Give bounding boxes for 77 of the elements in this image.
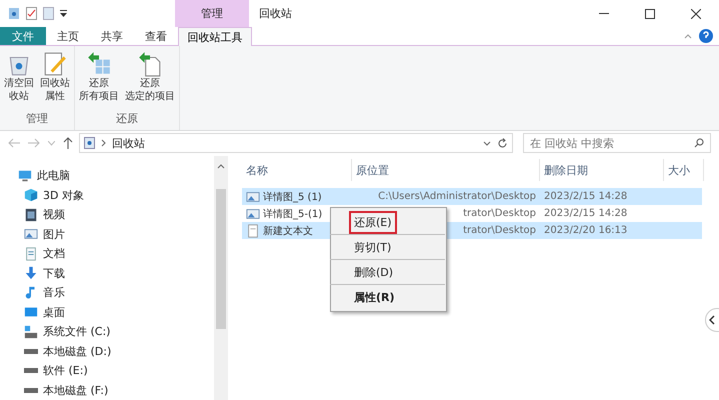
address-bar[interactable]: 回收站 xyxy=(79,133,513,154)
nav-item[interactable]: 桌面 xyxy=(43,304,65,320)
nav-item[interactable]: 文档 xyxy=(43,246,65,262)
window-title: 回收站 xyxy=(259,6,292,21)
context-tab-header: 管理 xyxy=(175,0,249,27)
down-arrow-icon xyxy=(24,266,38,280)
document-icon xyxy=(24,246,38,261)
group-label: 管理 xyxy=(26,112,48,125)
column-header[interactable]: 原位置 xyxy=(352,159,540,181)
original-location: C:\Users\Administrator\Desktop xyxy=(378,191,536,202)
pencil-document-icon xyxy=(42,51,68,77)
nav-item[interactable]: 本地磁盘 (D:) xyxy=(43,344,112,359)
ribbon-button[interactable]: 还原 选定的项目 xyxy=(123,49,177,111)
text-file-icon xyxy=(246,224,260,238)
up-button[interactable] xyxy=(61,137,75,150)
file-name: 详情图_5-(1) xyxy=(263,208,322,220)
search-icon xyxy=(694,138,704,148)
group-label: 还原 xyxy=(116,112,138,125)
column-header[interactable]: 删除日期 xyxy=(540,159,664,181)
image-icon xyxy=(246,206,260,220)
nav-item[interactable]: 软件 (E:) xyxy=(43,363,88,378)
ribbon-tab[interactable]: 共享 xyxy=(90,27,134,45)
image-icon xyxy=(24,227,38,242)
deleted-date: 2023/2/20 16:13 xyxy=(544,225,628,236)
search-field[interactable]: 在 回收站 中搜索 xyxy=(523,133,711,154)
menu-item[interactable]: 剪切(T) xyxy=(351,238,394,256)
ribbon-tab[interactable]: 文件 xyxy=(0,27,46,45)
ribbon-button[interactable]: 回收站 属性 xyxy=(38,49,72,111)
ribbon-tab[interactable]: 查看 xyxy=(134,27,178,45)
dropdown-icon[interactable] xyxy=(483,140,491,146)
menu-item[interactable]: 删除(D) xyxy=(351,262,396,282)
help-icon[interactable] xyxy=(699,29,713,43)
column-header[interactable]: 名称 xyxy=(242,159,352,181)
menu-item[interactable]: 属性(R) xyxy=(351,288,398,306)
file-row[interactable]: 详情图_5 (1) C:\Users\Administrator\Desktop 2023/2/15 14:28 xyxy=(242,188,702,205)
minimize-icon xyxy=(599,12,609,14)
ribbon-button[interactable]: 清空回 收站 xyxy=(2,49,36,111)
ribbon-tab[interactable]: 回收站工具 xyxy=(178,27,252,46)
chevron-left-icon xyxy=(709,315,715,325)
original-location: trator\Desktop xyxy=(463,225,536,236)
cube-icon xyxy=(24,188,38,202)
ribbon-tab[interactable]: 主页 xyxy=(46,27,90,45)
drive-icon xyxy=(24,324,38,339)
image-icon xyxy=(246,190,260,204)
file-name: 详情图_5 (1) xyxy=(263,190,322,204)
restore-arrow-icon xyxy=(86,51,112,77)
close-icon xyxy=(691,8,701,18)
deleted-date: 2023/2/15 14:28 xyxy=(544,208,628,219)
drive-icon xyxy=(24,368,38,374)
refresh-icon[interactable] xyxy=(497,138,508,149)
nav-item[interactable]: 下载 xyxy=(43,266,65,281)
film-icon xyxy=(24,208,38,222)
nav-item[interactable]: 3D 对象 xyxy=(43,188,84,203)
computer-icon xyxy=(18,168,32,183)
scrollbar[interactable] xyxy=(214,156,228,400)
dropdown-icon[interactable] xyxy=(60,10,67,17)
column-header[interactable]: 大小 xyxy=(664,159,704,181)
restore-arrow-icon xyxy=(137,51,163,77)
nav-item[interactable]: 本地磁盘 (F:) xyxy=(43,382,108,398)
nav-item[interactable]: 此电脑 xyxy=(37,168,70,184)
recycle-bin-icon[interactable] xyxy=(8,7,20,20)
nav-item[interactable]: 系统文件 (C:) xyxy=(43,324,110,340)
drive-icon xyxy=(24,388,38,393)
desktop-icon xyxy=(24,305,38,320)
file-name: 新建文本文 xyxy=(263,224,313,238)
nav-item[interactable]: 音乐 xyxy=(43,285,65,300)
checkmark-document-icon[interactable] xyxy=(26,7,37,20)
maximize-icon xyxy=(645,8,655,18)
nav-item[interactable]: 视频 xyxy=(43,207,65,222)
chevron-icon xyxy=(101,139,106,148)
scroll-up-icon[interactable] xyxy=(217,164,225,169)
original-location: trator\Desktop xyxy=(463,208,536,219)
recycle-bin-icon xyxy=(84,137,95,150)
nav-item[interactable]: 图片 xyxy=(43,226,65,242)
drive-icon xyxy=(24,348,38,354)
deleted-date: 2023/2/15 14:28 xyxy=(544,191,628,202)
ribbon-button[interactable]: 还原 所有项目 xyxy=(77,49,121,111)
